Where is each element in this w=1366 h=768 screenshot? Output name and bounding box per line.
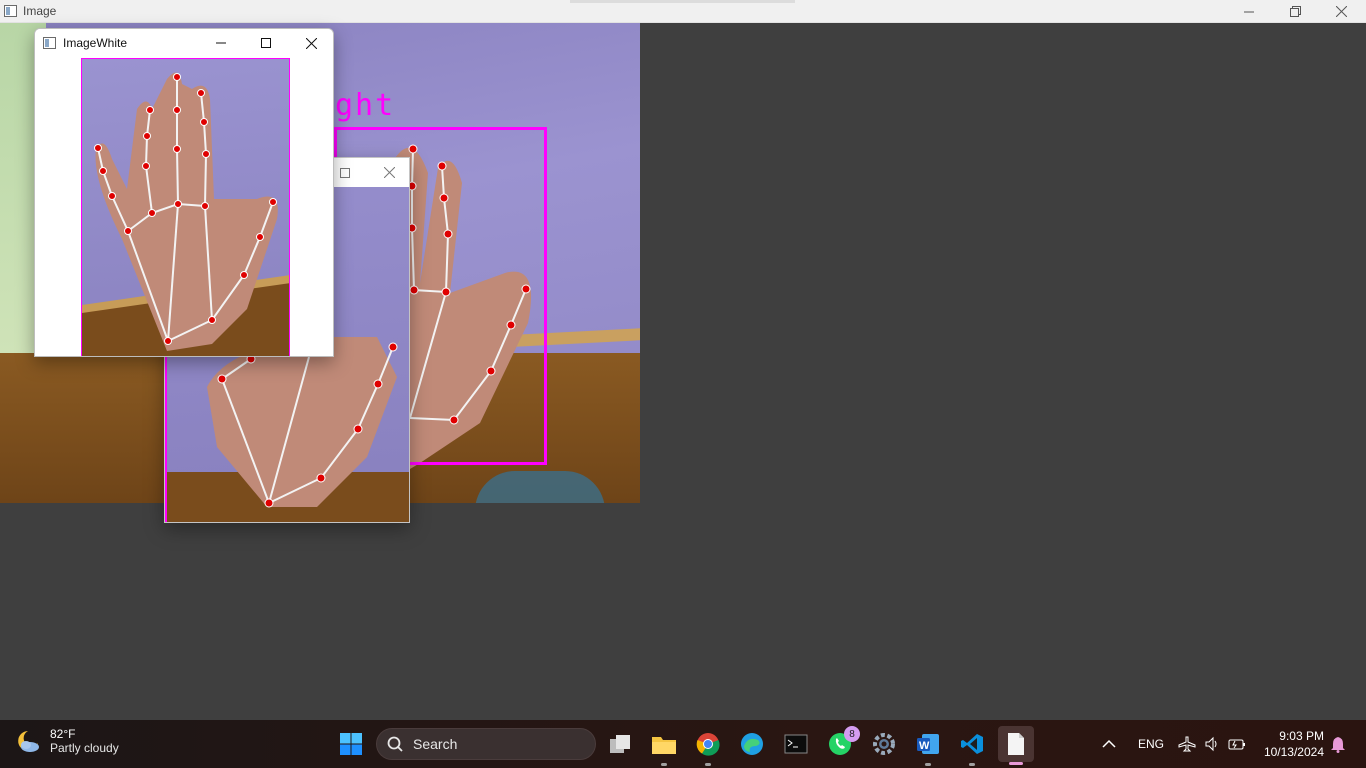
system-tray-icons[interactable]: [1178, 720, 1246, 768]
taskbar-edge[interactable]: [736, 728, 768, 760]
notification-badge: 8: [844, 726, 860, 742]
close-button[interactable]: [367, 158, 409, 187]
partly-cloudy-icon: [14, 727, 42, 755]
close-icon: [383, 167, 395, 178]
clock-date: 10/13/2024: [1263, 745, 1324, 759]
restore-button[interactable]: [1272, 0, 1318, 23]
maximize-icon: [340, 167, 350, 178]
taskbar-notepad[interactable]: [998, 726, 1034, 765]
show-hidden-icons-button[interactable]: [1102, 720, 1116, 768]
imagewhite-title: ImageWhite: [63, 36, 128, 50]
titlebar-strip: [570, 0, 795, 3]
taskbar-file-explorer[interactable]: [648, 728, 680, 766]
notifications-button[interactable]: [1330, 720, 1346, 768]
chevron-up-icon: [1102, 739, 1116, 748]
weather-condition: Partly cloudy: [50, 741, 119, 755]
taskbar-whatsapp[interactable]: 8: [824, 726, 860, 760]
edge-icon: [741, 733, 763, 755]
imagewhite-hand-image: [81, 58, 290, 356]
hand-type-label: ght: [335, 88, 396, 123]
minimize-button[interactable]: [199, 29, 243, 57]
clock-time: 9:03 PM: [1279, 729, 1324, 743]
gear-icon: [873, 733, 895, 755]
restore-icon: [1289, 6, 1301, 17]
language-indicator[interactable]: ENG: [1138, 720, 1164, 768]
search-icon: [387, 736, 403, 752]
taskbar-vscode[interactable]: [956, 728, 988, 766]
airplane-mode-icon: [1178, 736, 1196, 752]
taskbar-settings[interactable]: [868, 728, 900, 760]
taskbar-terminal[interactable]: [780, 728, 812, 760]
imagewhite-window[interactable]: ImageWhite: [34, 28, 334, 357]
terminal-icon: [784, 734, 808, 754]
taskbar: 82°F Partly cloudy Search 8 W ENG 9:03 P…: [0, 720, 1366, 768]
minimize-icon: [216, 42, 226, 44]
close-button[interactable]: [1318, 0, 1364, 23]
svg-text:W: W: [919, 740, 930, 752]
app-icon: [43, 37, 56, 49]
bell-icon: [1331, 737, 1345, 753]
main-window-titlebar[interactable]: Image: [0, 0, 1366, 23]
minimize-icon: [1244, 11, 1254, 12]
language-label: ENG: [1138, 737, 1165, 751]
volume-icon: [1205, 736, 1217, 752]
search-label: Search: [413, 736, 458, 752]
minimize-button[interactable]: [1226, 0, 1272, 23]
weather-widget[interactable]: 82°F Partly cloudy: [14, 727, 119, 755]
clock[interactable]: 9:03 PM 10/13/2024: [1264, 728, 1324, 760]
taskbar-chrome[interactable]: [692, 728, 724, 766]
search-box[interactable]: Search: [376, 728, 596, 760]
main-window-title: Image: [23, 4, 57, 18]
folder-icon: [652, 737, 676, 754]
taskbar-word[interactable]: W: [912, 728, 944, 766]
start-button[interactable]: [335, 728, 367, 760]
close-icon: [1335, 6, 1347, 17]
maximize-button[interactable]: [244, 29, 288, 57]
close-icon: [305, 37, 317, 49]
chrome-icon: [696, 733, 720, 756]
close-button[interactable]: [289, 29, 333, 57]
weather-temp: 82°F: [50, 727, 76, 741]
imagewhite-titlebar[interactable]: ImageWhite: [35, 29, 333, 57]
document-icon: [1008, 733, 1024, 755]
task-view-icon: [610, 735, 630, 753]
windows-icon: [340, 733, 362, 755]
app-icon: [4, 5, 17, 17]
white-hand-drawing: [82, 72, 289, 356]
word-icon: W: [917, 734, 939, 754]
maximize-icon: [261, 38, 271, 48]
vscode-icon: [961, 734, 983, 754]
task-view-button[interactable]: [604, 728, 636, 760]
battery-icon: [1228, 739, 1245, 750]
